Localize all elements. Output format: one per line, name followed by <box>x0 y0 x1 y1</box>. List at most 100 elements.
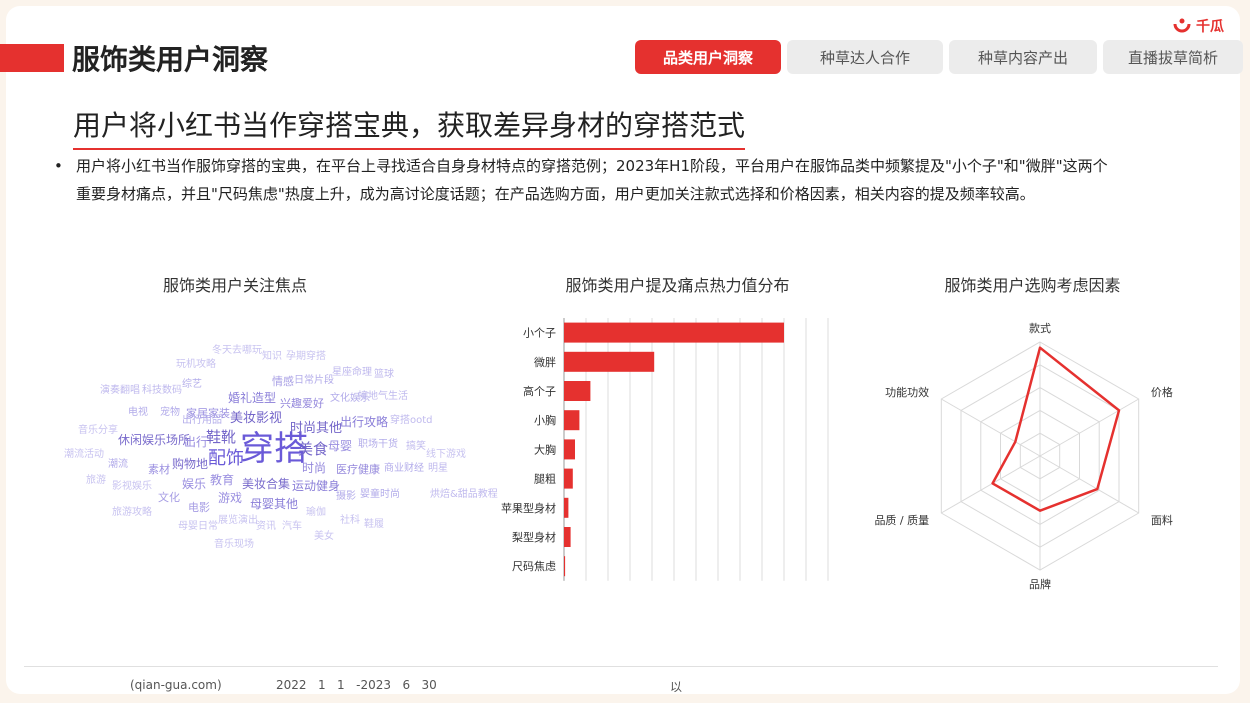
wordcloud-word: 瑜伽 <box>306 507 326 518</box>
wordcloud-word: 电影 <box>188 501 210 514</box>
wordcloud-word: 商业财经 <box>384 463 424 474</box>
wordcloud-word: 音乐现场 <box>214 539 254 550</box>
wordcloud-word: 兴趣爱好 <box>280 397 324 410</box>
wordcloud-word: 孕期穿搭 <box>286 351 326 362</box>
wordcloud-word: 演奏翻唱 <box>100 385 140 396</box>
bar-category-label: 腿粗 <box>534 473 556 486</box>
bar-小胸 <box>564 410 580 431</box>
wordcloud-word: 教育 <box>210 473 235 487</box>
wordcloud-word: 穿搭ootd <box>390 415 433 426</box>
wordcloud-word: 烘焙&甜品教程 <box>430 489 498 500</box>
wordcloud-word: 旅游 <box>86 475 106 486</box>
wordcloud-word: 时尚 <box>302 461 327 475</box>
radar-axis-label: 品牌 <box>1029 577 1051 591</box>
bar-尺码焦虑 <box>564 556 566 577</box>
wordcloud-word: 美女 <box>314 531 334 542</box>
page-title: 服饰类用户洞察 <box>72 43 269 76</box>
footer-divider <box>24 666 1218 667</box>
logo-text: 千瓜 <box>1196 19 1224 35</box>
bar-category-label: 梨型身材 <box>512 530 556 544</box>
radar-axis-label: 品质 / 质量 <box>874 514 929 527</box>
wordcloud-word: 接地气生活 <box>358 391 408 402</box>
wordcloud-word: 母婴日常 <box>178 521 218 532</box>
wordcloud-word: 旅游攻略 <box>112 507 152 518</box>
wordcloud-word: 日常片段 <box>294 375 334 386</box>
footer-source: (qian-gua.com) <box>130 678 222 692</box>
wordcloud-word: 医疗健康 <box>336 463 380 476</box>
footer-date-range: 2022 1 1 -2023 6 30 <box>276 678 437 692</box>
wordcloud-title: 服饰类用户关注焦点 <box>162 276 307 295</box>
radar-axis-label: 款式 <box>1029 321 1051 335</box>
wordcloud-word: 休闲娱乐场所 <box>118 433 191 447</box>
logo-icon <box>1173 18 1191 33</box>
wordcloud-word: 资讯 <box>256 521 276 532</box>
radar-axis-label: 功能功效 <box>885 385 929 399</box>
radar-chart: 款式价格面料品牌 品质 / 质量 功能功效 <box>874 321 1173 591</box>
wordcloud-word: 汽车 <box>282 521 302 532</box>
wordcloud-word: 社科 <box>340 515 360 526</box>
bar-category-label: 尺码焦虑 <box>512 560 556 573</box>
wordcloud-word: 母婴 <box>328 439 353 453</box>
tab-influencer-cooperation[interactable]: 种草达人合作 <box>787 40 943 74</box>
wordcloud-word: 鞋履 <box>364 519 384 530</box>
wordcloud-word: 出行用品 <box>182 415 222 426</box>
headline: 用户将小红书当作穿搭宝典，获取差异身材的穿搭范式 <box>73 104 746 150</box>
bar-category-label: 苹果型身材 <box>501 501 556 515</box>
wordcloud-word: 明星 <box>428 463 448 474</box>
wordcloud-word: 母婴其他 <box>250 497 299 511</box>
wordcloud-word: 科技数码 <box>142 385 182 396</box>
wordcloud-word: 运动健身 <box>292 479 341 493</box>
wordcloud-word: 出行攻略 <box>340 415 389 429</box>
wordcloud-word: 职场干货 <box>358 439 398 450</box>
tab-live-stream-analysis[interactable]: 直播拔草简析 <box>1103 40 1243 74</box>
wordcloud-word: 展览演出 <box>218 515 258 526</box>
summary-text: 用户将小红书当作服饰穿搭的宝典，在平台上寻找适合自身身材特点的穿搭范例；2023… <box>76 157 1108 203</box>
wordcloud-word: 素材 <box>148 463 170 476</box>
wordcloud-word: 配饰 <box>208 448 244 469</box>
wordcloud-word: 搞笑 <box>406 441 426 452</box>
wordcloud-word: 婴童时尚 <box>360 489 400 500</box>
wordcloud-word: 情感 <box>272 375 294 388</box>
wordcloud-word: 美妆合集 <box>242 477 291 491</box>
bar-梨型身材 <box>564 527 571 547</box>
wordcloud-word: 购物地 <box>172 457 209 471</box>
wordcloud-word: 摄影 <box>336 491 356 502</box>
radar-axis-label: 价格 <box>1151 385 1173 399</box>
wordcloud-word: 潮流 <box>108 459 128 470</box>
word-cloud: 穿搭 配饰 鞋靴 美食 美妆影视 时尚其他 美妆合集 购物地 休闲娱乐场所 婚礼造型 出行攻略 运动健… <box>60 330 498 570</box>
radar-chart-title: 服饰类用户选购考虑因素 <box>944 276 1121 295</box>
bar-小个子 <box>564 322 784 343</box>
wordcloud-word: 电视 <box>128 407 148 418</box>
wordcloud-word: 玩机攻略 <box>176 359 216 370</box>
wordcloud-word: 时尚其他 <box>290 421 343 436</box>
wordcloud-word: 婚礼造型 <box>228 391 277 405</box>
wordcloud-word: 出行 <box>184 435 209 449</box>
radar-spoke <box>1039 398 1139 457</box>
bar-chart: 小个子微胖高个子小胸大胸腿粗苹果型身材梨型身材尺码焦虑 <box>501 318 829 581</box>
footer-note: 以 <box>670 680 683 694</box>
wordcloud-word: 星座命理 <box>332 367 372 378</box>
wordcloud-word: 文化 <box>158 491 180 504</box>
bar-category-label: 小胸 <box>534 413 556 427</box>
wordcloud-word: 娱乐 <box>182 477 207 491</box>
wordcloud-word: 美妆影视 <box>230 411 283 426</box>
bar-微胖 <box>564 351 655 372</box>
radar-spoke <box>941 455 1041 514</box>
bar-大胸 <box>564 439 575 460</box>
wordcloud-word: 冬天去哪玩 <box>212 345 262 356</box>
wordcloud-word: 游戏 <box>218 491 243 505</box>
radar-series-line <box>991 346 1121 512</box>
bar-category-label: 大胸 <box>534 442 556 456</box>
bullet-dot: • <box>54 157 63 175</box>
wordcloud-word: 潮流活动 <box>64 449 104 460</box>
tab-content-output[interactable]: 种草内容产出 <box>949 40 1097 74</box>
bar-高个子 <box>564 381 591 401</box>
radar-axis-label: 面料 <box>1151 513 1173 527</box>
bar-腿粗 <box>564 468 573 489</box>
wordcloud-word: 线下游戏 <box>426 449 466 460</box>
bar-category-label: 高个子 <box>523 384 556 398</box>
wordcloud-word: 宠物 <box>160 407 180 418</box>
wordcloud-word: 影视娱乐 <box>112 481 152 492</box>
wordcloud-word: 美食 <box>298 440 329 458</box>
tab-category-user-insight[interactable]: 品类用户洞察 <box>635 40 781 74</box>
